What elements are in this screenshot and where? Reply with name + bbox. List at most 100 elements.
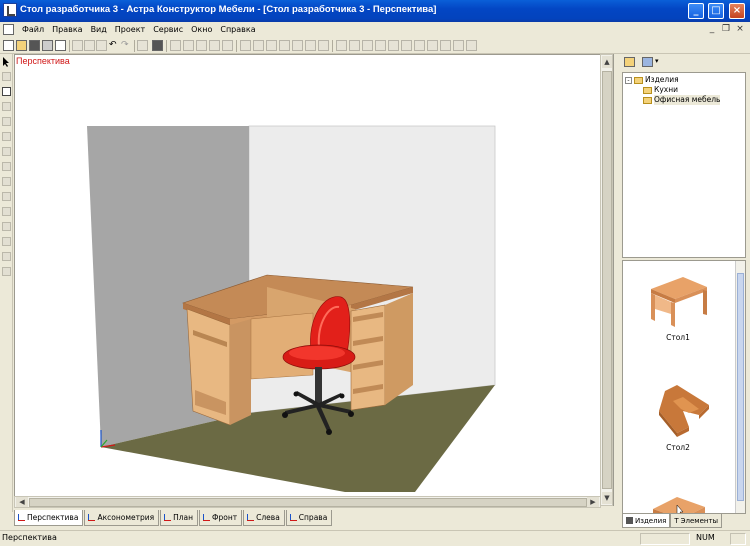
scroll-up-button[interactable]: ▲ — [602, 56, 612, 68]
tool-5-icon[interactable] — [2, 117, 11, 126]
tab-plan[interactable]: План — [160, 510, 199, 526]
collapse-icon[interactable]: - — [625, 76, 632, 84]
align-center-icon[interactable] — [253, 40, 264, 51]
gallery-item[interactable]: Стол1 — [623, 269, 733, 342]
title-bar[interactable]: Стол разработчика 3 - Астра Конструктор … — [0, 0, 750, 22]
chevron-down-icon[interactable]: ▾ — [655, 57, 659, 65]
axis-icon — [202, 513, 211, 522]
tab-front[interactable]: Фронт — [199, 510, 243, 526]
tool-7-icon[interactable] — [2, 147, 11, 156]
scale-icon[interactable] — [375, 40, 386, 51]
tool-14-icon[interactable] — [2, 252, 11, 261]
new-file-icon[interactable] — [3, 40, 14, 51]
mdi-restore-button[interactable]: ❐ — [720, 25, 732, 35]
tool-4-icon[interactable] — [2, 102, 11, 111]
document-icon[interactable] — [3, 24, 14, 35]
menu-window[interactable]: Окно — [187, 24, 216, 36]
zoom-out-icon[interactable] — [183, 40, 194, 51]
vertical-scrollbar[interactable]: ▲ ▼ — [600, 54, 613, 506]
cut-icon[interactable] — [72, 40, 83, 51]
menu-file[interactable]: Файл — [18, 24, 48, 36]
horizontal-scrollbar[interactable]: ◀ ▶ — [14, 496, 601, 508]
minimize-button[interactable]: _ — [688, 3, 704, 19]
library-panel: ▾ - Изделия Кухни Офисная мебель Стол1 С… — [618, 54, 750, 528]
scroll-left-button[interactable]: ◀ — [16, 497, 28, 507]
redo-icon[interactable]: ↷ — [121, 40, 132, 51]
tree-node-kitchens[interactable]: Кухни — [625, 85, 743, 95]
menu-help[interactable]: Справка — [216, 24, 259, 36]
tool-8-icon[interactable] — [2, 162, 11, 171]
gallery-item[interactable]: Стол2 — [623, 375, 733, 452]
gallery-scroll-thumb[interactable] — [737, 273, 744, 501]
num-lock-indicator: NUM — [696, 533, 715, 542]
menu-edit[interactable]: Правка — [48, 24, 86, 36]
render-icon[interactable] — [466, 40, 477, 51]
align-top-icon[interactable] — [279, 40, 290, 51]
mdi-minimize-button[interactable]: _ — [706, 25, 718, 35]
print-preview-icon[interactable] — [55, 40, 66, 51]
copy-icon[interactable] — [84, 40, 95, 51]
tab-axonometry[interactable]: Аксонометрия — [84, 510, 160, 526]
tool-10-icon[interactable] — [2, 192, 11, 201]
tool-12-icon[interactable] — [2, 222, 11, 231]
tab-elements[interactable]: T Элементы — [670, 514, 723, 528]
view-mode-icon[interactable] — [642, 57, 653, 67]
tree-node-products[interactable]: - Изделия — [625, 75, 743, 85]
layers-icon[interactable] — [453, 40, 464, 51]
menu-view[interactable]: Вид — [87, 24, 111, 36]
scroll-down-button[interactable]: ▼ — [602, 492, 612, 504]
undo-icon[interactable]: ↶ — [109, 40, 120, 51]
print-icon[interactable] — [42, 40, 53, 51]
tab-perspective[interactable]: Перспектива — [14, 510, 84, 526]
tool-6-icon[interactable] — [2, 132, 11, 141]
perspective-viewport[interactable]: Перспектива — [14, 54, 614, 506]
align-left-icon[interactable] — [240, 40, 251, 51]
grid-icon[interactable] — [440, 40, 451, 51]
snap-icon[interactable] — [414, 40, 425, 51]
rotate-icon[interactable] — [336, 40, 347, 51]
mdi-close-button[interactable]: × — [734, 25, 746, 35]
select-arrow-icon[interactable] — [2, 57, 11, 67]
zoom-in-icon[interactable] — [170, 40, 181, 51]
tab-left[interactable]: Слева — [243, 510, 285, 526]
pan-icon[interactable] — [222, 40, 233, 51]
help-cursor-icon[interactable] — [152, 40, 163, 51]
scroll-right-button[interactable]: ▶ — [587, 497, 599, 507]
zoom-window-icon[interactable] — [196, 40, 207, 51]
tool-3-icon[interactable] — [2, 87, 11, 96]
tool-11-icon[interactable] — [2, 207, 11, 216]
tool-9-icon[interactable] — [2, 177, 11, 186]
distribute-h-icon[interactable] — [305, 40, 316, 51]
folder-icon[interactable] — [624, 57, 635, 67]
tool-2-icon[interactable] — [2, 72, 11, 81]
tab-right[interactable]: Справа — [285, 510, 333, 526]
mirror-icon[interactable] — [349, 40, 360, 51]
distribute-v-icon[interactable] — [318, 40, 329, 51]
tree-node-office[interactable]: Офисная мебель — [625, 95, 743, 105]
horizontal-scroll-thumb[interactable] — [29, 498, 587, 507]
save-icon[interactable] — [29, 40, 40, 51]
axis-icon — [246, 513, 255, 522]
ungroup-icon[interactable] — [401, 40, 412, 51]
gallery-item[interactable] — [623, 485, 733, 513]
move-icon[interactable] — [362, 40, 373, 51]
tool-13-icon[interactable] — [2, 237, 11, 246]
delete-icon[interactable] — [137, 40, 148, 51]
open-folder-icon[interactable] — [16, 40, 27, 51]
close-button[interactable]: × — [729, 3, 745, 19]
align-bottom-icon[interactable] — [292, 40, 303, 51]
measure-icon[interactable] — [427, 40, 438, 51]
menu-service[interactable]: Сервис — [149, 24, 187, 36]
align-right-icon[interactable] — [266, 40, 277, 51]
app-icon[interactable] — [3, 3, 17, 17]
menu-project[interactable]: Проект — [111, 24, 149, 36]
paste-icon[interactable] — [96, 40, 107, 51]
maximize-button[interactable]: □ — [708, 3, 724, 19]
gallery-scrollbar[interactable] — [735, 261, 745, 513]
catalog-tree: - Изделия Кухни Офисная мебель — [622, 72, 746, 258]
tab-products[interactable]: Изделия — [622, 514, 671, 528]
vertical-scroll-thumb[interactable] — [602, 71, 612, 489]
group-icon[interactable] — [388, 40, 399, 51]
zoom-all-icon[interactable] — [209, 40, 220, 51]
tool-15-icon[interactable] — [2, 267, 11, 276]
